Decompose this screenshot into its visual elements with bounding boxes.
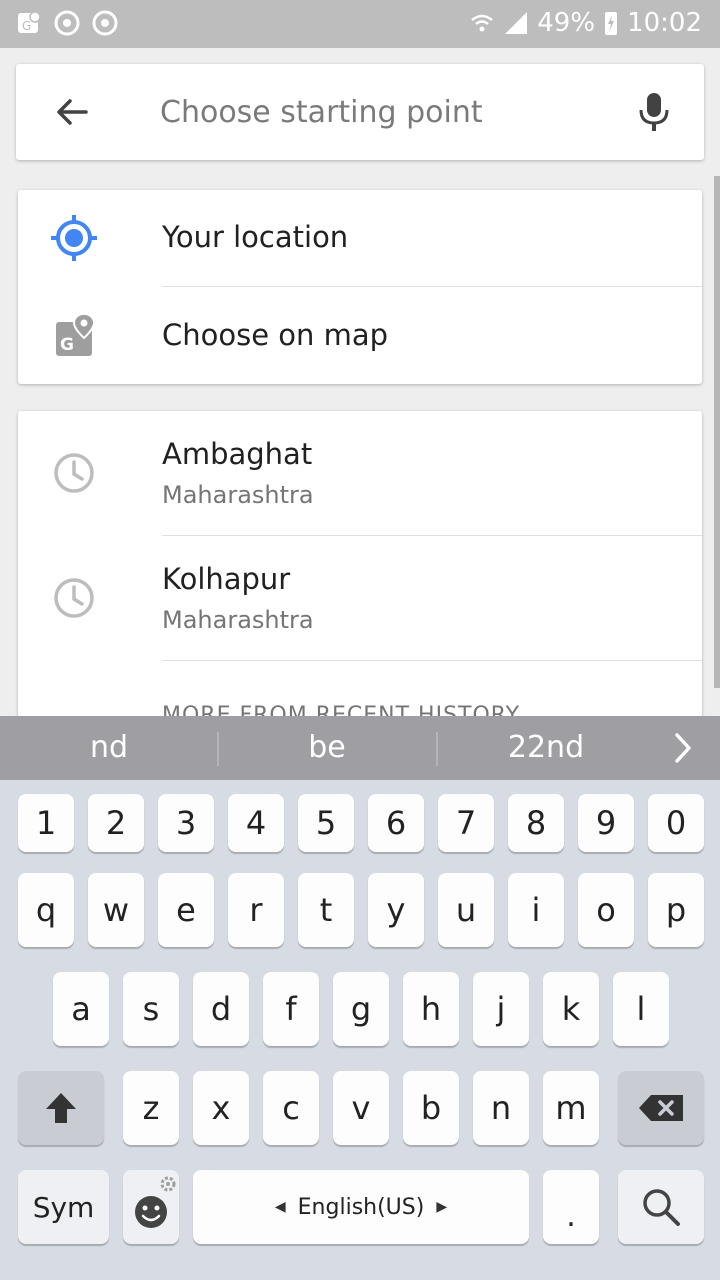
key[interactable]: d [193, 972, 249, 1046]
history-subtitle: Maharashtra [162, 481, 314, 509]
on-screen-keyboard: nd be 22nd 1 2 3 4 5 6 7 8 9 0 q w e r t… [0, 716, 720, 1280]
key[interactable]: p [648, 873, 704, 947]
chevron-right-icon[interactable] [668, 730, 698, 766]
key[interactable]: e [158, 873, 214, 947]
key[interactable]: h [403, 972, 459, 1046]
key[interactable]: g [333, 972, 389, 1046]
starting-point-input[interactable] [160, 90, 610, 134]
clock-icon [54, 578, 94, 618]
svg-text:G: G [60, 335, 74, 355]
backspace-key[interactable] [618, 1071, 704, 1145]
your-location-label: Your location [162, 220, 349, 254]
choose-on-map-option[interactable]: G Choose on map [18, 288, 702, 384]
key[interactable]: 4 [228, 794, 284, 852]
language-label: English(US) [297, 1194, 425, 1220]
key[interactable]: 5 [298, 794, 354, 852]
suggestion[interactable]: 22nd [441, 730, 651, 765]
language-prev-icon: ◀ [274, 1199, 286, 1215]
search-icon [643, 1189, 680, 1226]
back-arrow-icon[interactable] [52, 92, 92, 132]
clock-time: 10:02 [627, 8, 702, 38]
key[interactable]: r [228, 873, 284, 947]
space-key[interactable]: ◀ English(US) ▶ [193, 1170, 529, 1244]
wifi-icon [471, 14, 494, 32]
key[interactable]: b [403, 1071, 459, 1145]
history-item[interactable]: Ambaghat Maharashtra [18, 411, 702, 535]
shift-key[interactable] [18, 1071, 104, 1145]
battery-charging-icon [605, 12, 618, 35]
suggestion-bar: nd be 22nd [0, 716, 720, 780]
search-key[interactable] [618, 1170, 704, 1244]
choose-on-map-label: Choose on map [162, 318, 389, 352]
history-title: Ambaghat [162, 437, 313, 471]
chrome-icon [92, 10, 118, 36]
backspace-icon [639, 1095, 683, 1121]
maps-icon: G [18, 11, 41, 33]
key[interactable]: x [193, 1071, 249, 1145]
history-subtitle: Maharashtra [162, 606, 314, 634]
key[interactable]: t [298, 873, 354, 947]
status-bar: G 49% 10:02 [0, 0, 720, 48]
divider [162, 660, 702, 661]
suggestion-divider [436, 732, 438, 766]
emoji-key[interactable] [123, 1170, 179, 1244]
key[interactable]: 2 [88, 794, 144, 852]
suggestion-divider [217, 732, 219, 766]
chrome-icon [54, 10, 80, 36]
language-next-icon: ▶ [436, 1199, 448, 1215]
key[interactable]: 7 [438, 794, 494, 852]
microphone-icon[interactable] [634, 90, 674, 134]
shift-arrow-icon [46, 1093, 76, 1123]
starting-options-card: Your location G Choose on map [18, 190, 702, 384]
key[interactable]: q [18, 873, 74, 947]
suggestion[interactable]: nd [4, 730, 214, 765]
sym-key[interactable]: Sym [18, 1170, 109, 1244]
emoji-settings-icon [135, 1176, 176, 1228]
search-card [16, 64, 704, 160]
key[interactable]: u [438, 873, 494, 947]
history-item[interactable]: Kolhapur Maharashtra [18, 536, 702, 660]
key[interactable]: l [613, 972, 669, 1046]
my-location-icon [51, 215, 97, 261]
key[interactable]: c [263, 1071, 319, 1145]
key[interactable]: n [473, 1071, 529, 1145]
key[interactable]: 3 [158, 794, 214, 852]
map-pin-icon: G [56, 312, 96, 356]
signal-icon [505, 12, 528, 34]
battery-percent: 49% [537, 8, 596, 38]
history-title: Kolhapur [162, 562, 291, 596]
key[interactable]: f [263, 972, 319, 1046]
scrollbar[interactable] [714, 176, 720, 688]
recent-history-card: Ambaghat Maharashtra Kolhapur Maharashtr… [18, 411, 702, 731]
divider [162, 286, 702, 287]
key[interactable]: 6 [368, 794, 424, 852]
svg-text:G: G [22, 19, 31, 33]
key[interactable]: y [368, 873, 424, 947]
key[interactable]: 0 [648, 794, 704, 852]
key[interactable]: o [578, 873, 634, 947]
key[interactable]: 9 [578, 794, 634, 852]
your-location-option[interactable]: Your location [18, 190, 702, 286]
key[interactable]: i [508, 873, 564, 947]
key[interactable]: w [88, 873, 144, 947]
key[interactable]: a [53, 972, 109, 1046]
key[interactable]: 1 [18, 794, 74, 852]
key[interactable]: m [543, 1071, 599, 1145]
period-key[interactable]: . [543, 1170, 599, 1244]
key[interactable]: s [123, 972, 179, 1046]
key[interactable]: v [333, 1071, 389, 1145]
key[interactable]: k [543, 972, 599, 1046]
key[interactable]: 8 [508, 794, 564, 852]
key[interactable]: j [473, 972, 529, 1046]
suggestion[interactable]: be [222, 730, 432, 765]
clock-icon [54, 453, 94, 493]
key[interactable]: z [123, 1071, 179, 1145]
